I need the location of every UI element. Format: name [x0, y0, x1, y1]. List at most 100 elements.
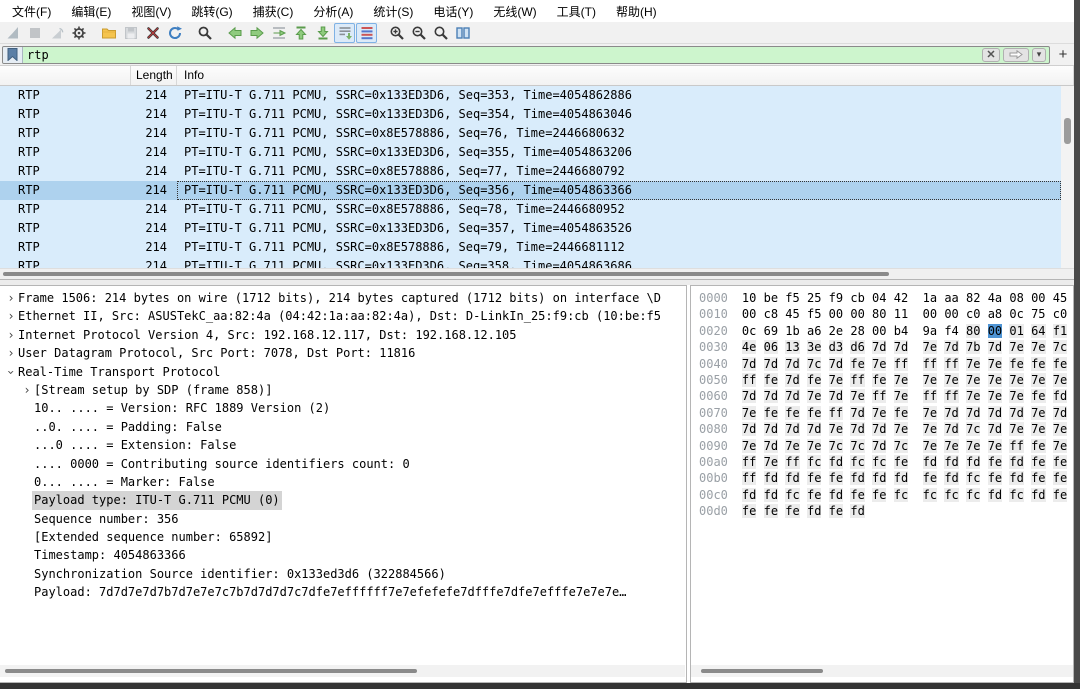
hex-byte[interactable]: 7e [1052, 438, 1068, 453]
menu-item-10[interactable]: 帮助(H) [606, 1, 667, 22]
cell-protocol[interactable]: RTP [0, 162, 131, 181]
hex-byte[interactable]: f5 [807, 307, 821, 321]
cell-protocol[interactable]: RTP [0, 219, 131, 238]
hex-byte[interactable]: 7e [741, 405, 757, 420]
hex-byte[interactable]: 0c [742, 324, 756, 338]
close-file-icon[interactable] [142, 23, 163, 43]
hex-byte[interactable]: 7c [806, 356, 822, 371]
hex-byte[interactable]: 7d [966, 405, 981, 420]
cell-length[interactable]: 214 [131, 86, 177, 105]
hex-byte[interactable]: 1b [785, 324, 799, 338]
hex-byte[interactable]: 7e [850, 389, 865, 404]
hex-byte[interactable]: 7e [1031, 405, 1046, 420]
hex-byte[interactable]: 7d [828, 356, 844, 371]
hex-byte[interactable]: 7d [850, 422, 865, 437]
hex-byte[interactable]: fd [763, 487, 779, 502]
detail-text[interactable]: [Stream setup by SDP (frame 858)] [34, 381, 272, 399]
cell-protocol[interactable]: RTP [0, 238, 131, 257]
menu-item-9[interactable]: 工具(T) [547, 1, 606, 22]
detail-text[interactable]: User Datagram Protocol, Src Port: 7078, … [18, 344, 415, 362]
hex-byte[interactable]: 7e [944, 438, 959, 453]
hex-byte[interactable]: fd [1052, 389, 1068, 404]
hex-byte[interactable]: 7d [741, 422, 757, 437]
hex-byte[interactable]: 7d [806, 422, 822, 437]
hex-byte[interactable]: 7e [1052, 422, 1068, 437]
hex-byte[interactable]: 11 [894, 307, 908, 321]
filter-clear-button[interactable]: ✕ [982, 47, 1000, 62]
table-row[interactable]: RTP 214 PT=ITU-T G.711 PCMU, SSRC=0x133ED3… [0, 105, 1061, 124]
hex-byte[interactable]: 7e [966, 438, 981, 453]
hex-byte[interactable]: 7e [922, 340, 938, 355]
cell-info[interactable]: PT=ITU-T G.711 PCMU, SSRC=0x8E578886, Se… [177, 124, 1061, 143]
hex-byte[interactable]: 7e [922, 422, 938, 437]
hex-byte[interactable]: ff [944, 356, 959, 371]
go-back-icon[interactable] [224, 23, 245, 43]
hex-byte[interactable]: 7b [966, 340, 981, 355]
hex-byte[interactable]: aa [944, 291, 958, 305]
cell-info[interactable]: PT=ITU-T G.711 PCMU, SSRC=0x133ED3D6, Se… [177, 257, 1061, 268]
cell-protocol[interactable]: RTP [0, 124, 131, 143]
hex-byte[interactable]: 80 [872, 307, 886, 321]
packet-list-horizontal-scrollbar[interactable] [0, 268, 1074, 279]
hex-byte[interactable]: fe [785, 405, 800, 420]
hex-byte[interactable]: 7e [828, 422, 844, 437]
hex-byte[interactable]: 7d [763, 389, 779, 404]
hex-byte[interactable]: fe [828, 471, 844, 486]
cell-protocol[interactable]: RTP [0, 181, 131, 200]
hex-byte[interactable]: fe [850, 487, 865, 502]
hex-byte[interactable]: 7e [893, 372, 909, 387]
hex-byte[interactable]: 7e [1009, 389, 1024, 404]
detail-text[interactable]: Timestamp: 4054863366 [34, 546, 186, 564]
hex-byte[interactable]: 7e [987, 438, 1003, 453]
hex-byte[interactable]: 7e [987, 389, 1003, 404]
hex-byte[interactable]: fc [850, 454, 865, 469]
hex-byte[interactable]: a6 [807, 324, 821, 338]
hex-byte[interactable]: f5 [785, 291, 799, 305]
hex-byte[interactable]: 45 [1053, 291, 1067, 305]
zoom-original-icon[interactable] [430, 23, 451, 43]
menu-item-7[interactable]: 电话(Y) [423, 1, 483, 22]
detail-text[interactable]: 10.. .... = Version: RFC 1889 Version (2… [34, 399, 330, 417]
hex-byte[interactable]: fe [806, 372, 822, 387]
find-packet-icon[interactable] [194, 23, 215, 43]
hex-byte[interactable]: fc [806, 454, 822, 469]
hex-byte[interactable]: 80 [966, 323, 981, 338]
hex-byte[interactable]: 7d [785, 389, 800, 404]
cell-info[interactable]: PT=ITU-T G.711 PCMU, SSRC=0x133ED3D6, Se… [177, 105, 1061, 124]
hex-byte[interactable]: 7e [893, 422, 909, 437]
hex-byte[interactable]: 7d [785, 422, 800, 437]
hex-byte[interactable]: fe [872, 372, 887, 387]
hex-byte[interactable]: 7d [987, 422, 1003, 437]
detail-text[interactable]: Frame 1506: 214 bytes on wire (1712 bits… [18, 289, 661, 307]
hex-byte[interactable]: fe [1052, 487, 1068, 502]
detail-text[interactable]: Internet Protocol Version 4, Src: 192.16… [18, 326, 517, 344]
hex-byte[interactable]: 00 [872, 324, 886, 338]
column-header-length[interactable]: Length [131, 66, 177, 85]
table-row[interactable]: RTP 214 PT=ITU-T G.711 PCMU, SSRC=0x133ED3… [0, 86, 1061, 105]
hex-byte[interactable]: 00 [987, 323, 1003, 338]
hex-byte[interactable]: fe [893, 405, 909, 420]
table-row[interactable]: RTP 214 PT=ITU-T G.711 PCMU, SSRC=0x8E5788… [0, 238, 1061, 257]
hex-byte[interactable]: 7d [893, 340, 909, 355]
hex-byte[interactable]: ff [872, 389, 887, 404]
cell-length[interactable]: 214 [131, 124, 177, 143]
cell-protocol[interactable]: RTP [0, 86, 131, 105]
hex-byte[interactable]: 7e [966, 372, 981, 387]
hex-byte[interactable]: 08 [1009, 291, 1023, 305]
detail-line[interactable]: Sequence number: 356 [0, 510, 686, 528]
menu-item-3[interactable]: 跳转(G) [181, 1, 242, 22]
hex-byte[interactable]: 7d [763, 356, 779, 371]
hex-byte[interactable]: fe [763, 372, 779, 387]
hex-byte[interactable]: fd [828, 487, 844, 502]
cell-protocol[interactable]: RTP [0, 257, 131, 268]
hex-byte[interactable]: c8 [764, 307, 778, 321]
cell-protocol[interactable]: RTP [0, 200, 131, 219]
hex-byte[interactable]: fd [966, 454, 981, 469]
hex-byte[interactable]: fe [1052, 454, 1068, 469]
hex-byte[interactable]: 7d [741, 356, 757, 371]
hex-byte[interactable]: 64 [1031, 323, 1046, 338]
hex-byte[interactable]: 00 [742, 307, 756, 321]
detail-line[interactable]: Payload type: ITU-T G.711 PCMU (0) [0, 491, 686, 510]
cell-info[interactable]: PT=ITU-T G.711 PCMU, SSRC=0x133ED3D6, Se… [177, 86, 1061, 105]
scrollbar-handle[interactable] [701, 669, 823, 673]
